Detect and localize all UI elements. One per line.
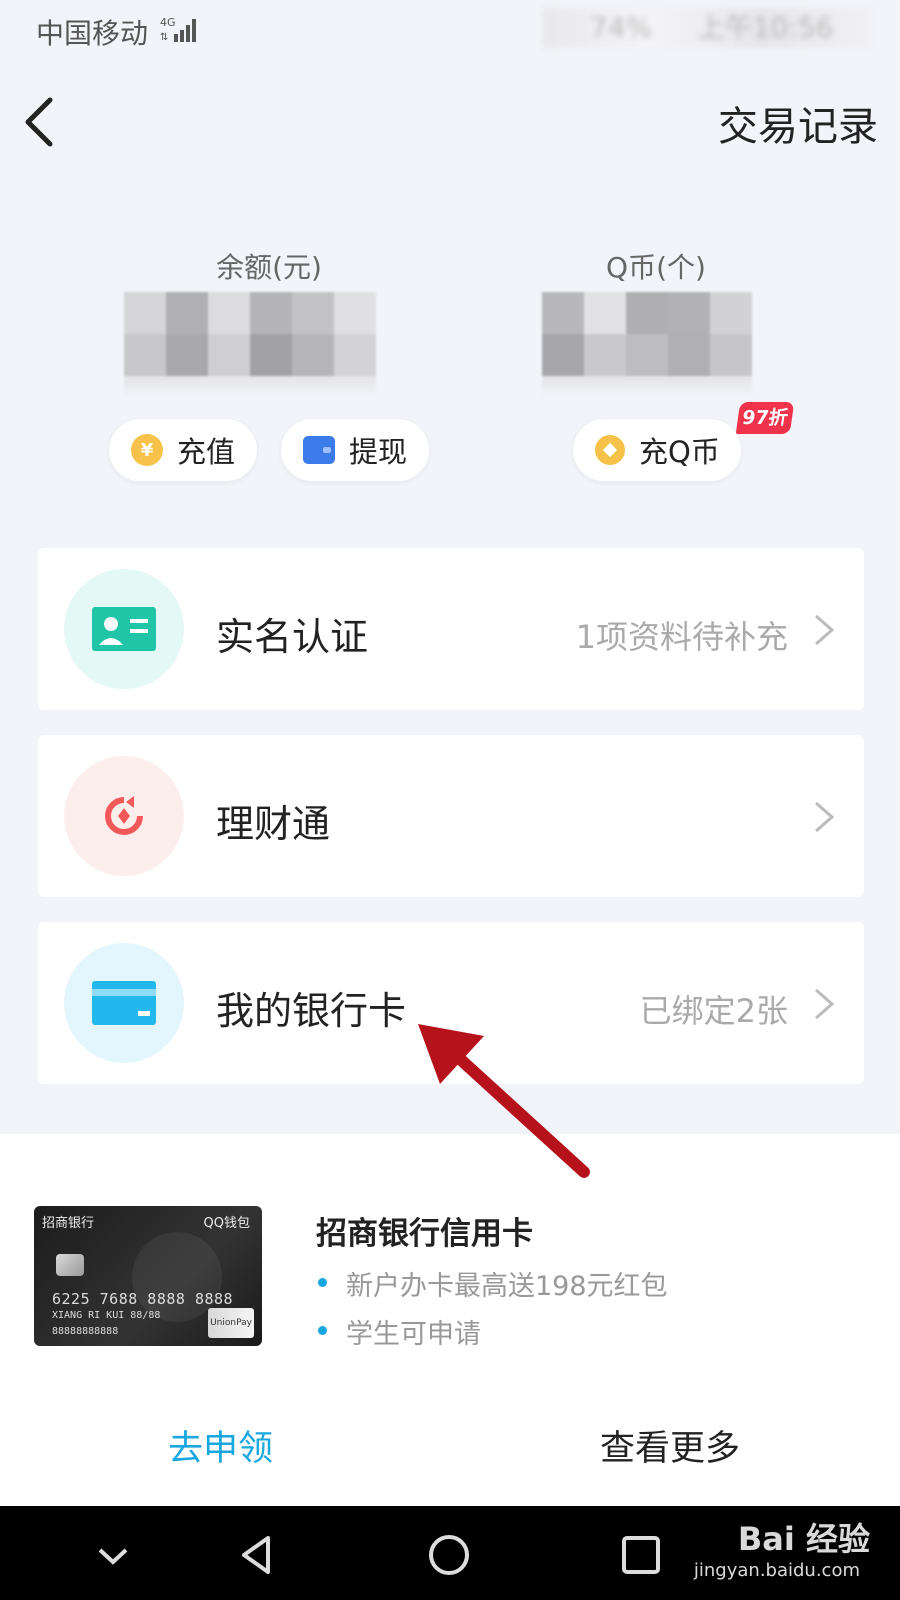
carrier-name: 中国移动 [36, 17, 149, 50]
unionpay-logo-icon: UnionPay 银联 [208, 1308, 254, 1338]
qcoin-icon [595, 435, 625, 465]
credit-card-image: 招商银行 QQ钱包 6225 7688 8888 8888 XIANG RI K… [34, 1206, 262, 1346]
card-wallet-name: QQ钱包 [203, 1216, 250, 1231]
card-holder-name: XIANG RI KUI [52, 1310, 125, 1321]
card-expiry: 88/88 [130, 1310, 161, 1321]
licaitong-card[interactable]: 理财通 [38, 735, 864, 897]
recharge-qcoin-button[interactable]: 充Q币 [572, 418, 742, 482]
card-number: 6225 7688 8888 8888 [52, 1290, 234, 1308]
apply-button[interactable]: 去申领 [168, 1420, 273, 1471]
recharge-label: 充值 [177, 435, 236, 469]
back-triangle-icon[interactable] [232, 1530, 282, 1580]
qcoin-label: Q币(个) [606, 251, 706, 284]
withdraw-label: 提现 [349, 435, 408, 469]
my-bank-card-note: 已绑定2张 [639, 992, 788, 1030]
chevron-right-icon [815, 801, 835, 833]
chevron-right-icon [815, 614, 835, 646]
qcoin-amount-blurred [542, 292, 752, 396]
promo-bullet: 新户办卡最高送198元红包 [318, 1264, 668, 1303]
svg-text:⇅: ⇅ [160, 32, 168, 43]
real-name-label: 实名认证 [216, 615, 369, 659]
home-circle-icon[interactable] [424, 1530, 474, 1580]
baidu-watermark: Bai 经验 [737, 1520, 870, 1558]
recharge-button[interactable]: ¥ 充值 [108, 418, 258, 482]
recents-square-icon[interactable] [616, 1530, 666, 1580]
system-nav-bar: Bai 经验 jingyan.baidu.com [0, 1506, 900, 1600]
balance-label: 余额(元) [216, 251, 322, 284]
card-bank-name: 招商银行 [42, 1216, 95, 1231]
wallet-icon [303, 436, 335, 464]
signal-icon: 4G ⇅ [160, 16, 196, 43]
chevron-right-icon [815, 988, 835, 1020]
svg-text:4G: 4G [160, 16, 176, 29]
id-card-icon [64, 569, 184, 689]
chip-icon [56, 1254, 84, 1276]
my-bank-card-label: 我的银行卡 [216, 989, 407, 1033]
card-account: 88888888888 [52, 1326, 119, 1337]
licaitong-label: 理财通 [216, 802, 331, 846]
discount-badge: 97折 [735, 402, 795, 434]
my-bank-card-card[interactable]: 我的银行卡 已绑定2张 [38, 922, 864, 1084]
promo-title: 招商银行信用卡 [316, 1216, 533, 1252]
battery-level: 74% [590, 11, 653, 44]
real-name-card[interactable]: 实名认证 1项资料待补充 [38, 548, 864, 710]
balance-amount-blurred [124, 292, 376, 396]
status-bar: 中国移动 4G ⇅ 74% 上午10:56 [0, 0, 900, 60]
yuan-coin-icon: ¥ [131, 434, 163, 466]
back-icon[interactable] [14, 92, 64, 152]
card-holder: XIANG RI KUI 88/88 [52, 1310, 160, 1321]
baidu-watermark-url: jingyan.baidu.com [693, 1560, 860, 1581]
transaction-record-link[interactable]: 交易记录 [718, 94, 878, 152]
chevron-down-icon[interactable] [88, 1530, 138, 1580]
licaitong-icon [64, 756, 184, 876]
bank-card-icon [64, 943, 184, 1063]
promo-bullet: 学生可申请 [318, 1312, 481, 1351]
clock: 上午10:56 [696, 11, 834, 44]
real-name-note: 1项资料待补充 [575, 618, 788, 656]
withdraw-button[interactable]: 提现 [280, 418, 430, 482]
recharge-qcoin-label: 充Q币 [639, 435, 720, 469]
blurred-status-icons: 74% 上午10:56 [542, 8, 872, 48]
view-more-button[interactable]: 查看更多 [600, 1420, 740, 1471]
